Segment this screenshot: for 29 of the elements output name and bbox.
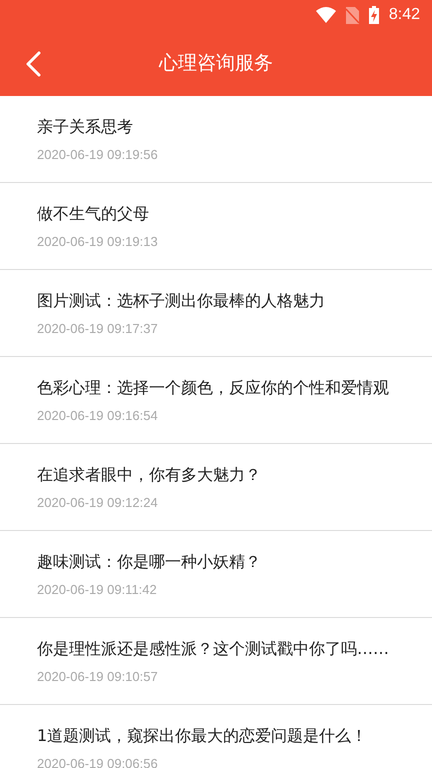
article-title: 图片测试：选杯子测出你最棒的人格魅力 bbox=[37, 290, 325, 312]
no-sim-icon bbox=[346, 6, 359, 24]
article-date: 2020-06-19 09:19:13 bbox=[37, 233, 158, 251]
article-title: 在追求者眼中，你有多大魅力？ bbox=[37, 464, 261, 486]
battery-charging-icon bbox=[368, 6, 379, 24]
article-date: 2020-06-19 09:06:56 bbox=[37, 755, 158, 768]
article-title: 1道题测试，窥探出你最大的恋爱问题是什么！ bbox=[37, 725, 368, 747]
article-date: 2020-06-19 09:10:57 bbox=[37, 668, 158, 686]
article-date: 2020-06-19 09:17:37 bbox=[37, 320, 158, 338]
article-date: 2020-06-19 09:12:24 bbox=[37, 494, 158, 512]
article-item[interactable]: 在追求者眼中，你有多大魅力？ 2020-06-19 09:12:24 bbox=[0, 444, 432, 531]
article-title: 趣味测试：你是哪一种小妖精？ bbox=[37, 551, 261, 573]
article-item[interactable]: 趣味测试：你是哪一种小妖精？ 2020-06-19 09:11:42 bbox=[0, 531, 432, 618]
article-item[interactable]: 1道题测试，窥探出你最大的恋爱问题是什么！ 2020-06-19 09:06:56 bbox=[0, 705, 432, 768]
article-title: 色彩心理：选择一个颜色，反应你的个性和爱情观 bbox=[37, 377, 389, 399]
article-item[interactable]: 图片测试：选杯子测出你最棒的人格魅力 2020-06-19 09:17:37 bbox=[0, 270, 432, 357]
article-title: 亲子关系思考 bbox=[37, 116, 133, 138]
article-date: 2020-06-19 09:16:54 bbox=[37, 407, 158, 425]
article-item[interactable]: 色彩心理：选择一个颜色，反应你的个性和爱情观 2020-06-19 09:16:54 bbox=[0, 357, 432, 444]
article-date: 2020-06-19 09:11:42 bbox=[37, 581, 157, 599]
article-item[interactable]: 你是理性派还是感性派？这个测试戳中你了吗…… 2020-06-19 09:10:57 bbox=[0, 618, 432, 705]
status-time: 8:42 bbox=[388, 6, 420, 24]
article-item[interactable]: 做不生气的父母 2020-06-19 09:19:13 bbox=[0, 183, 432, 270]
article-item[interactable]: 亲子关系思考 2020-06-19 09:19:56 bbox=[0, 96, 432, 183]
wifi-icon bbox=[316, 7, 336, 23]
article-title: 你是理性派还是感性派？这个测试戳中你了吗…… bbox=[37, 638, 389, 660]
article-date: 2020-06-19 09:19:56 bbox=[37, 146, 158, 164]
page-title: 心理咨询服务 bbox=[159, 51, 273, 76]
article-title: 做不生气的父母 bbox=[37, 203, 149, 225]
